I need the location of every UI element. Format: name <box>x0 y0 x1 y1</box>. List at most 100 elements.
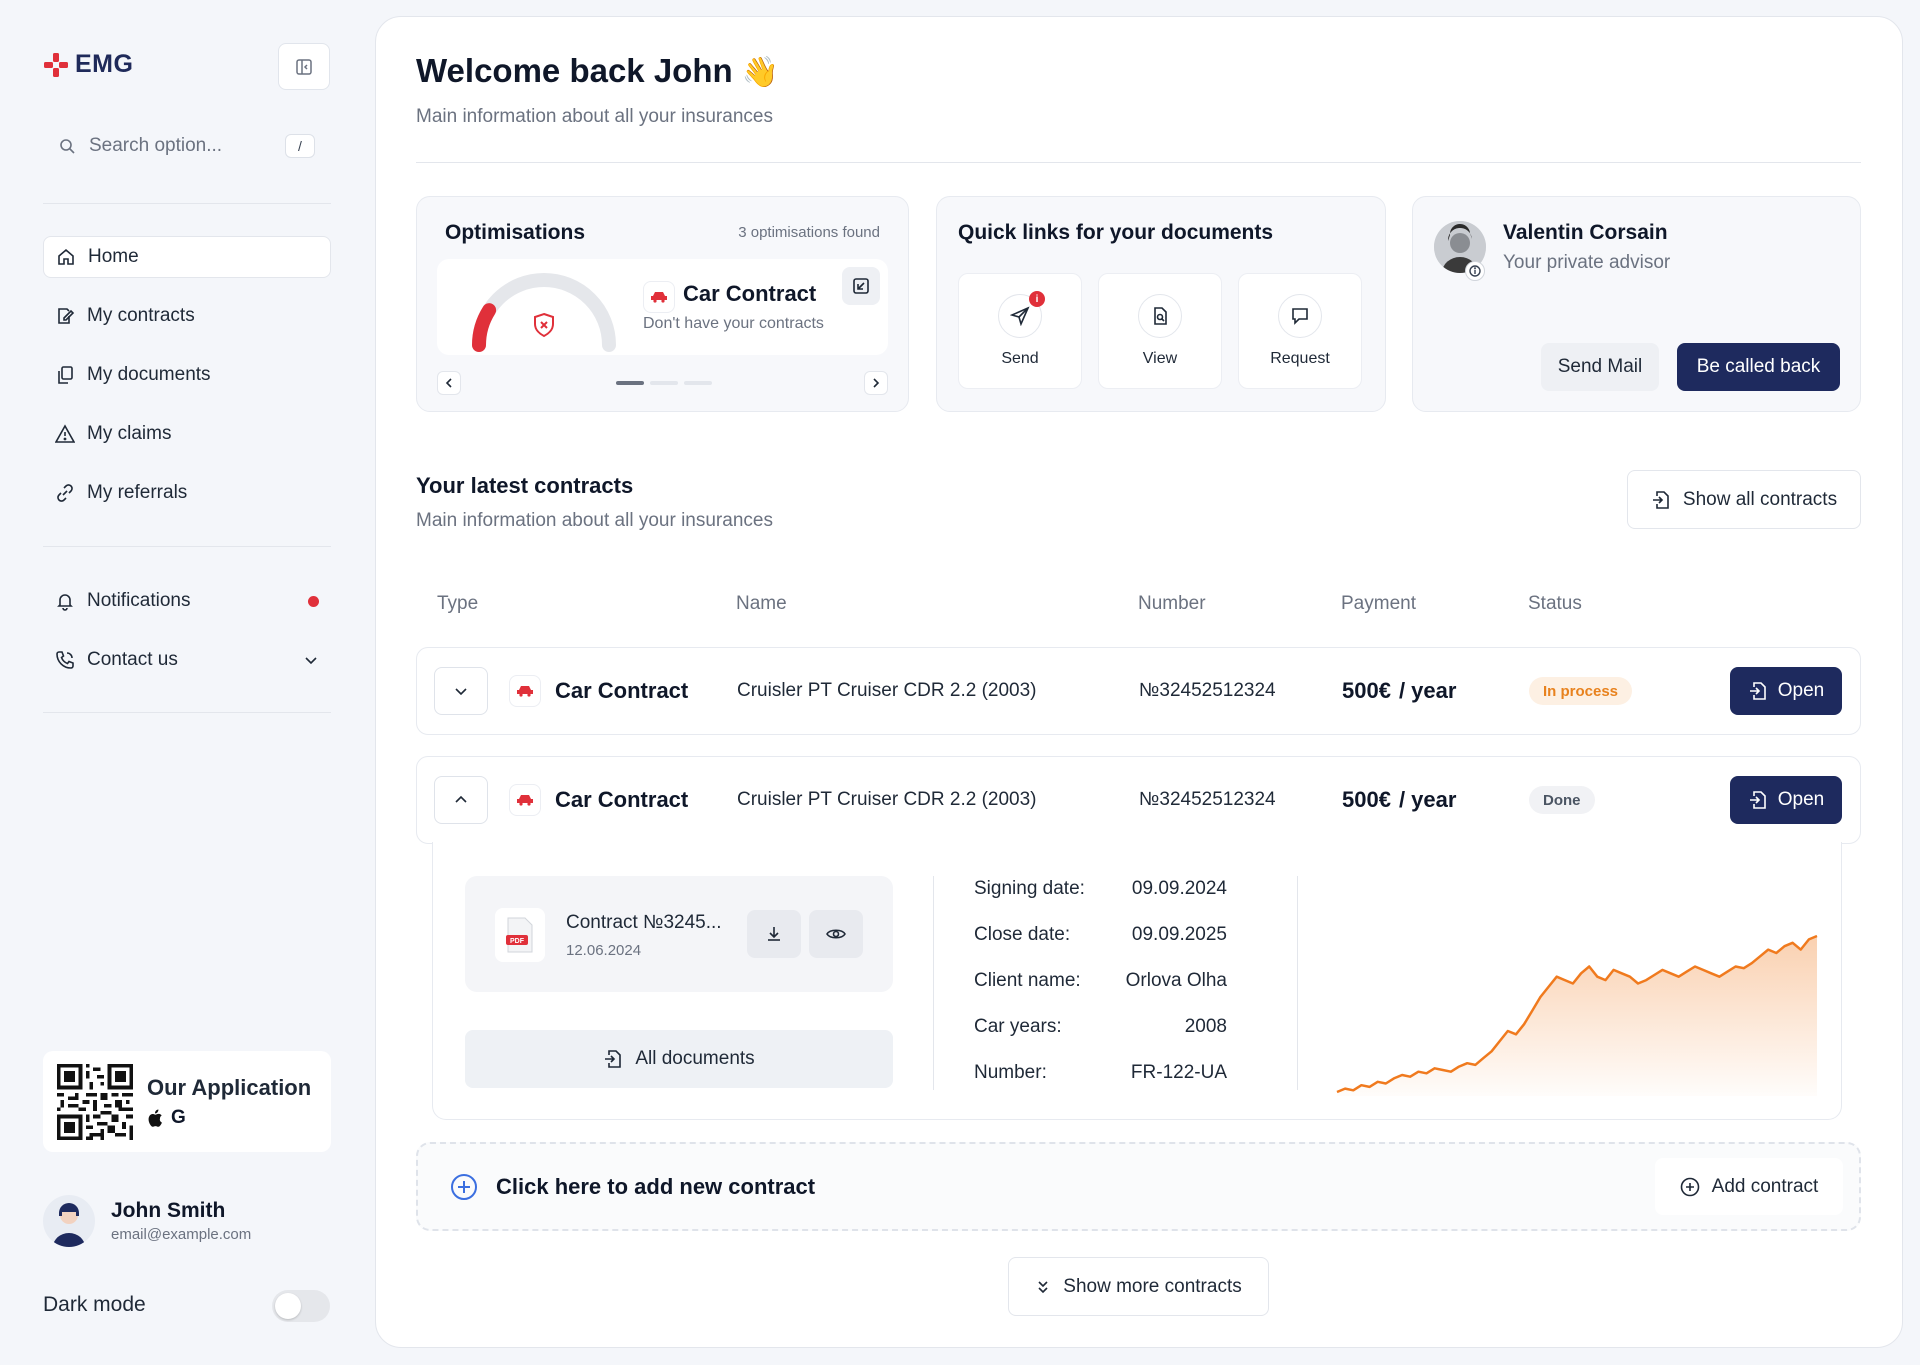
preview-button[interactable] <box>809 910 863 958</box>
sidebar-item-contact[interactable]: Contact us <box>43 639 331 681</box>
add-contract-prompt: Click here to add new contract <box>496 1174 816 1199</box>
send-badge: i <box>1029 291 1045 307</box>
table-row[interactable]: Car Contract Cruisler PT Cruiser CDR 2.2… <box>416 647 1861 735</box>
message-icon <box>1292 308 1308 325</box>
all-documents-button[interactable]: All documents <box>465 1030 893 1088</box>
expand-row-button[interactable] <box>434 667 488 715</box>
payment-trend-chart <box>1336 934 1818 1096</box>
sidebar-item-label: Home <box>88 246 139 267</box>
advisor-name: Valentin Corsain <box>1503 221 1668 244</box>
quick-link-label: View <box>1142 350 1178 367</box>
apple-icon[interactable] <box>147 1109 163 1127</box>
advisor-card: Valentin Corsain Your private advisor Se… <box>1412 196 1861 412</box>
quick-link-view[interactable]: View <box>1098 273 1222 389</box>
table-row[interactable]: Car Contract Cruisler PT Cruiser CDR 2.2… <box>416 756 1861 844</box>
status-badge: In process <box>1529 677 1633 705</box>
info-icon[interactable] <box>1465 261 1485 281</box>
user-name: John Smith <box>111 1199 226 1222</box>
carousel-dot-active[interactable] <box>616 381 644 385</box>
sidebar-item-label: Notifications <box>87 590 191 611</box>
send-mail-button[interactable]: Send Mail <box>1541 343 1659 391</box>
bell-icon <box>57 594 73 611</box>
user-email: email@example.com <box>111 1226 252 1243</box>
dark-mode-toggle[interactable] <box>272 1290 330 1322</box>
payment-period: / year <box>1398 678 1457 703</box>
sidebar-item-referrals[interactable]: My referrals <box>43 472 331 514</box>
open-contract-button[interactable]: Open <box>1730 776 1842 824</box>
add-contract-bar[interactable]: Click here to add new contract Add contr… <box>416 1142 1861 1231</box>
document-arrow-icon <box>1652 490 1669 509</box>
carousel-dots <box>616 381 712 385</box>
quick-link-request[interactable]: Request <box>1238 273 1362 389</box>
optimisation-item-subtitle: Don't have your contracts <box>643 315 824 332</box>
divider <box>43 712 331 713</box>
warning-icon <box>55 424 75 443</box>
column-header-number: Number <box>1138 593 1206 614</box>
contract-payment: 500€ <box>1342 787 1391 812</box>
quick-links-title: Quick links for your documents <box>958 221 1274 244</box>
divider <box>416 162 1861 163</box>
contract-number: №32452512324 <box>1139 789 1276 810</box>
document-arrow-icon <box>1749 682 1766 700</box>
download-button[interactable] <box>747 910 801 958</box>
document-file-card[interactable]: PDF Contract №3245... 12.06.2024 <box>465 876 893 992</box>
divider <box>43 546 331 547</box>
carousel-next-button[interactable] <box>864 371 888 395</box>
contracts-title: Your latest contracts <box>416 473 634 498</box>
user-profile[interactable]: John Smith email@example.com <box>43 1195 251 1247</box>
wave-emoji: 👋 <box>741 56 780 89</box>
plus-circle-icon <box>451 1174 477 1200</box>
car-icon <box>509 675 541 707</box>
optimisations-card: Optimisations 3 optimisations found Car … <box>416 196 909 412</box>
status-badge: Done <box>1529 786 1595 814</box>
quick-link-send[interactable]: i Send <box>958 273 1082 389</box>
search-input[interactable]: Search option... / <box>43 126 331 166</box>
chevron-down-icon <box>455 688 467 696</box>
sidebar-collapse-button[interactable] <box>278 43 330 90</box>
sidebar-item-contracts[interactable]: My contracts <box>43 295 331 337</box>
sidebar-item-documents[interactable]: My documents <box>43 354 331 396</box>
logo[interactable]: EMG <box>43 50 133 79</box>
contract-type: Car Contract <box>555 787 689 812</box>
contract-type: Car Contract <box>555 678 689 703</box>
user-avatar-icon <box>53 1203 85 1247</box>
qr-code-icon <box>57 1063 133 1140</box>
chevron-up-icon <box>455 795 467 803</box>
document-arrow-icon <box>605 1050 622 1068</box>
car-icon <box>509 784 541 816</box>
open-optimisation-button[interactable] <box>842 267 880 305</box>
logo-icon <box>44 52 68 77</box>
call-back-button[interactable]: Be called back <box>1677 343 1840 391</box>
chevron-right-icon <box>873 378 880 388</box>
detail-value: Orlova Olha <box>1125 970 1227 991</box>
detail-value: 2008 <box>1184 1016 1227 1037</box>
carousel-dot[interactable] <box>684 381 712 385</box>
optimisations-title: Optimisations <box>445 221 586 244</box>
download-icon <box>768 927 780 941</box>
divider <box>933 876 934 1090</box>
show-more-contracts-button[interactable]: Show more contracts <box>1008 1257 1269 1316</box>
sidebar-item-home[interactable]: Home <box>43 236 331 278</box>
app-promo-card[interactable]: Our Application G <box>43 1051 331 1152</box>
page-subtitle: Main information about all your insuranc… <box>416 106 773 127</box>
carousel-prev-button[interactable] <box>437 371 461 395</box>
search-placeholder: Search option... <box>89 135 223 156</box>
quick-links-card: Quick links for your documents i Send Vi… <box>936 196 1386 412</box>
show-all-contracts-button[interactable]: Show all contracts <box>1627 470 1861 529</box>
contract-number: №32452512324 <box>1139 680 1276 701</box>
open-contract-button[interactable]: Open <box>1730 667 1842 715</box>
sidebar-item-claims[interactable]: My claims <box>43 413 331 455</box>
column-header-payment: Payment <box>1341 593 1416 614</box>
optimisation-slide[interactable]: Car Contract Don't have your contracts <box>437 259 888 355</box>
document-file-name: Contract №3245... <box>566 912 722 933</box>
sidebar-item-notifications[interactable]: Notifications <box>43 580 331 622</box>
collapse-row-button[interactable] <box>434 776 488 824</box>
chart-area <box>1337 936 1817 1096</box>
column-header-status: Status <box>1528 593 1582 614</box>
add-contract-button[interactable]: Add contract <box>1655 1158 1843 1215</box>
carousel-dot[interactable] <box>650 381 678 385</box>
external-link-icon <box>853 278 869 294</box>
advisor-role: Your private advisor <box>1503 252 1671 273</box>
car-icon <box>643 281 675 313</box>
google-play-label[interactable]: G <box>171 1107 186 1129</box>
